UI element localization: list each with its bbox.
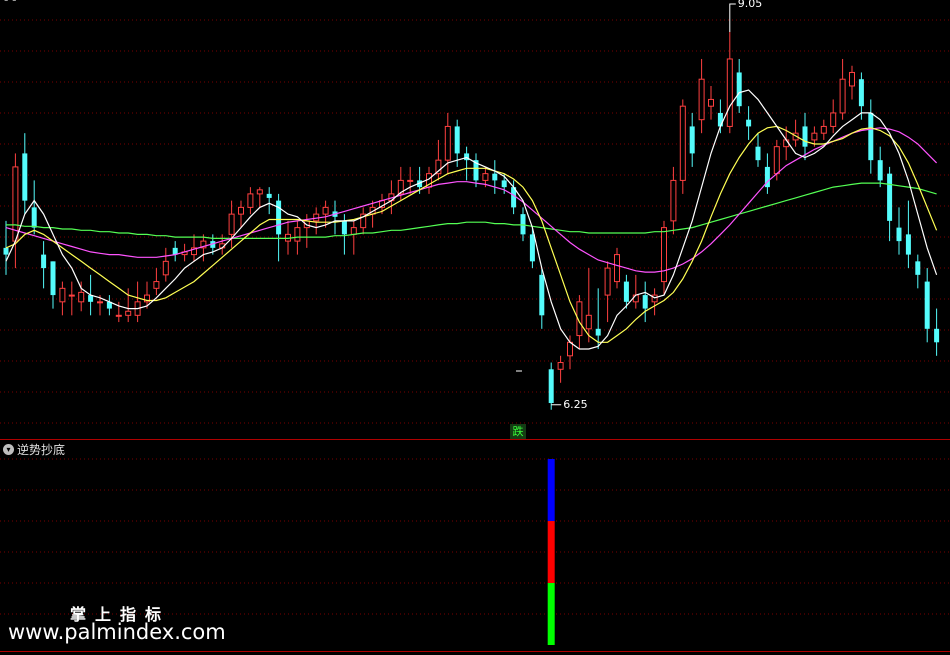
candle-body <box>849 71 855 87</box>
signal-bar-segment <box>547 583 555 645</box>
candle-body <box>276 200 282 235</box>
candle-body <box>153 281 160 289</box>
candle-body <box>68 294 75 297</box>
candle-body <box>670 179 677 222</box>
candlestick-series[interactable] <box>3 31 940 410</box>
candle-body <box>482 173 489 181</box>
stock-chart[interactable] <box>0 0 950 655</box>
watermark-url: www.palmindex.com <box>8 620 226 644</box>
candle-body <box>22 153 28 201</box>
candle-body <box>661 227 667 283</box>
candle-body <box>256 189 263 195</box>
candle-body <box>934 328 940 343</box>
candle-body <box>322 206 329 215</box>
indicator-title-text: 逆势抄底 <box>17 442 66 457</box>
candle-body <box>78 291 85 303</box>
candle-body <box>839 78 846 114</box>
min-price-label: 6.25 <box>563 397 588 411</box>
candle-body <box>31 207 37 228</box>
top-title: - - <box>4 0 17 7</box>
candle-body <box>604 267 611 296</box>
candle-body <box>614 254 620 283</box>
candle-body <box>887 173 893 221</box>
ma20-line <box>5 127 938 273</box>
candle-body <box>266 193 272 198</box>
candle-body <box>59 287 66 303</box>
candle-body <box>708 98 714 107</box>
candle-body <box>557 362 564 370</box>
candle-body <box>802 126 808 147</box>
candle-body <box>247 193 254 208</box>
candle-body <box>97 301 103 304</box>
candle-body <box>115 314 122 317</box>
signal-bar-segment <box>547 459 555 521</box>
candle-body <box>492 173 498 181</box>
candle-body <box>905 234 911 255</box>
candle-body <box>238 206 244 215</box>
ma60-line <box>6 182 937 239</box>
candle-body <box>162 260 169 276</box>
candle-body <box>501 180 507 188</box>
max-price-label: 9.05 <box>737 0 763 10</box>
candle-body <box>915 261 921 275</box>
candle-body <box>520 214 526 235</box>
candle-body <box>454 126 460 154</box>
chevron-down-icon[interactable]: ▾ <box>3 443 14 455</box>
price-annotations <box>516 3 736 406</box>
candle-body <box>548 369 554 404</box>
candle-body <box>41 254 47 269</box>
moving-average-lines <box>5 89 938 350</box>
candle-body <box>585 314 592 330</box>
candle-body <box>896 227 902 242</box>
candle-body <box>50 261 56 296</box>
candle-body <box>651 294 658 303</box>
candle-body <box>228 213 235 235</box>
candle-body <box>811 132 818 141</box>
candle-body <box>717 112 723 127</box>
indicator-panel <box>547 459 555 645</box>
candle-body <box>858 79 864 107</box>
candle-body <box>595 328 601 336</box>
candle-body <box>924 281 930 329</box>
candle-body <box>444 125 451 161</box>
candle-body <box>679 105 686 181</box>
candle-body <box>820 125 827 134</box>
grid-lines <box>0 19 950 652</box>
candle-body <box>755 146 761 161</box>
signal-bar-segment <box>547 521 555 583</box>
candle-body <box>726 58 733 127</box>
candle-body <box>539 274 545 316</box>
indicator-title[interactable]: ▾ 逆势抄底 <box>3 441 65 457</box>
candle-body <box>529 234 535 262</box>
candle-body <box>632 294 639 303</box>
candle-body <box>407 179 414 182</box>
signal-label: 跌 <box>510 424 526 439</box>
candle-body <box>642 295 648 309</box>
candle-body <box>567 341 573 357</box>
max-pointer <box>729 3 736 32</box>
candle-body <box>830 112 837 127</box>
candle-body <box>689 126 695 154</box>
candle-body <box>623 281 629 302</box>
candle-body <box>125 310 132 316</box>
candle-body <box>294 227 301 242</box>
candle-body <box>773 146 780 175</box>
candle-body <box>868 112 874 161</box>
candle-body <box>698 78 705 121</box>
candle-body <box>877 160 883 181</box>
candle-body <box>3 247 9 255</box>
candle-body <box>746 119 752 127</box>
candle-body <box>736 72 742 107</box>
candle-body <box>341 220 347 235</box>
ma5-line <box>5 89 938 350</box>
candle-body <box>350 227 357 235</box>
